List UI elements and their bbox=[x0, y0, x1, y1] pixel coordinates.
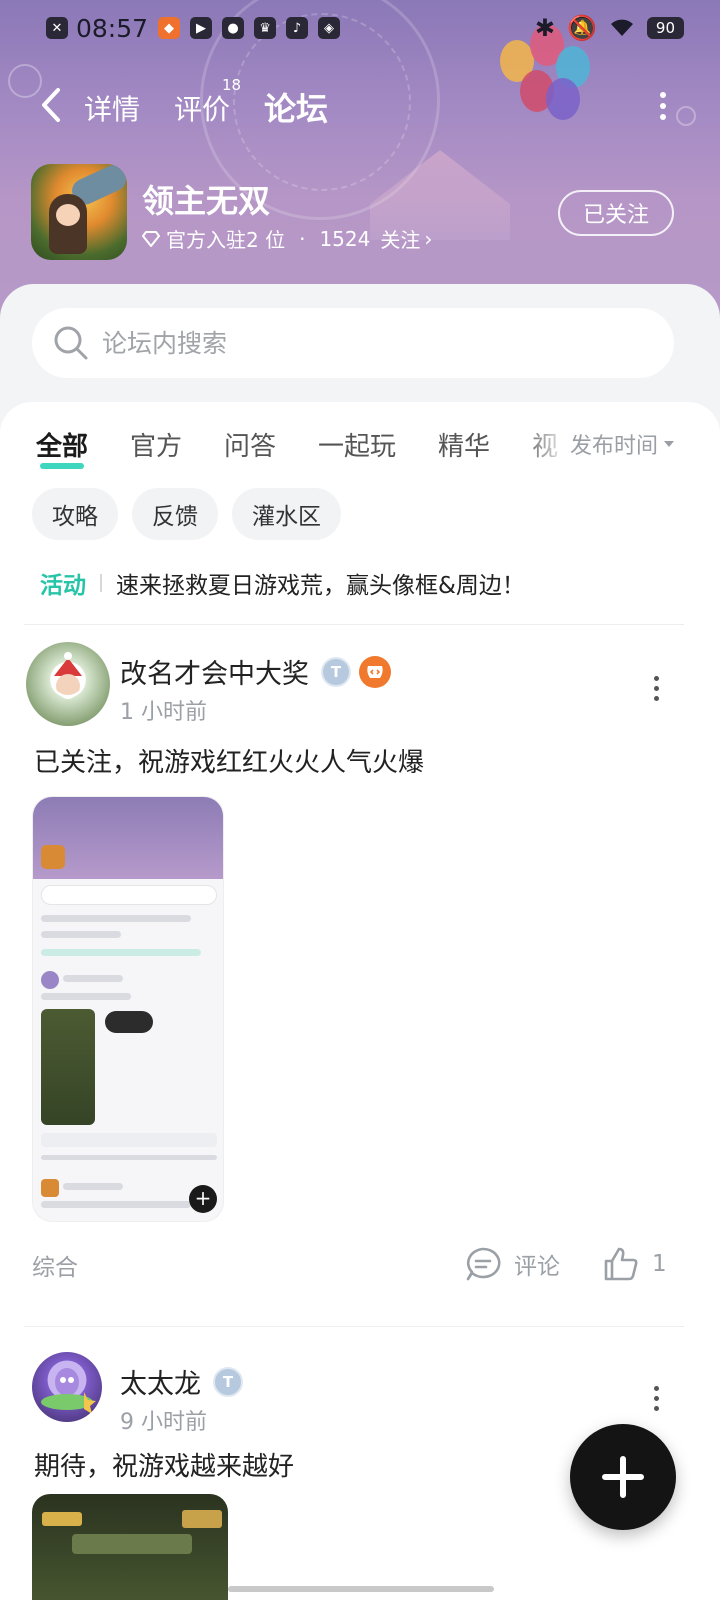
follower-label: 关注 bbox=[380, 228, 421, 252]
santa-avatar-icon bbox=[54, 652, 82, 699]
post-text: 已关注，祝游戏红红火火人气火爆 bbox=[34, 748, 425, 778]
author-name: 改名才会中大奖 bbox=[120, 659, 309, 690]
top-navigation: 详情 评价 18 论坛 bbox=[0, 70, 720, 140]
crown-app-icon: ♛ bbox=[254, 17, 277, 39]
alien-avatar-icon bbox=[41, 1368, 96, 1414]
sub-category-chips: 攻略 反馈 灌水区 bbox=[32, 488, 341, 540]
tabs-fade bbox=[520, 416, 570, 476]
review-count-badge: 18 bbox=[222, 76, 242, 94]
forum-post[interactable]: 改名才会中大奖 T 1 小时前 已关注，祝游戏红红火火人气火爆 + 综合 评论 … bbox=[0, 642, 720, 1302]
author-name: 太太龙 bbox=[120, 1369, 201, 1400]
category-tab-featured[interactable]: 精华 bbox=[438, 426, 490, 463]
shield-app-icon: ◈ bbox=[318, 17, 341, 39]
like-button[interactable]: 1 bbox=[602, 1246, 667, 1282]
post-screenshot-image[interactable]: + bbox=[32, 796, 224, 1222]
separator-dot: · bbox=[299, 226, 306, 251]
divider bbox=[24, 1326, 684, 1327]
avatar[interactable] bbox=[32, 1352, 102, 1422]
status-bar: ✕ 08:57 ◆ ▶ ● ♛ ♪ ◈ ✱ 🔕 90 bbox=[0, 0, 720, 56]
home-indicator[interactable] bbox=[228, 1586, 494, 1592]
forum-sheet: 全部 官方 问答 一起玩 精华 视 发布时间 攻略 反馈 灌水区 活动 速来拯救… bbox=[0, 284, 720, 1600]
status-time: 08:57 bbox=[76, 13, 149, 43]
chat-app-icon: ● bbox=[222, 17, 245, 39]
forum-content-card: 全部 官方 问答 一起玩 精华 视 发布时间 攻略 反馈 灌水区 活动 速来拯救… bbox=[0, 402, 720, 1600]
create-post-button[interactable] bbox=[566, 1420, 680, 1534]
diamond-icon bbox=[142, 230, 160, 247]
activity-text: 速来拯救夏日游戏荒，赢头像框&周边！ bbox=[116, 573, 525, 599]
close-notification-icon: ✕ bbox=[46, 17, 68, 39]
chip-guides[interactable]: 攻略 bbox=[32, 488, 118, 540]
post-category: 综合 bbox=[32, 1255, 78, 1281]
post-time: 1 小时前 bbox=[120, 700, 207, 725]
post-screenshot-image[interactable] bbox=[32, 1494, 228, 1600]
comment-label: 评论 bbox=[514, 1254, 560, 1280]
like-count: 1 bbox=[652, 1251, 667, 1277]
forum-search-bar[interactable] bbox=[32, 308, 674, 378]
level-badge-icon: T bbox=[213, 1366, 243, 1397]
category-tab-all[interactable]: 全部 bbox=[36, 426, 88, 469]
caret-down-icon bbox=[664, 441, 675, 447]
category-tab-qa[interactable]: 问答 bbox=[224, 426, 276, 463]
follow-button[interactable]: 已关注 bbox=[558, 190, 674, 236]
avatar[interactable] bbox=[26, 642, 110, 726]
tab-details[interactable]: 详情 bbox=[84, 88, 140, 128]
search-icon bbox=[54, 326, 88, 360]
post-author[interactable]: 太太龙 T bbox=[120, 1362, 243, 1401]
video-app-icon: ▶ bbox=[190, 17, 213, 39]
divider bbox=[24, 624, 684, 625]
more-options-icon[interactable] bbox=[660, 92, 668, 120]
tiktok-icon: ♪ bbox=[286, 17, 309, 39]
plus-icon: + bbox=[189, 1185, 217, 1213]
comment-icon bbox=[466, 1247, 501, 1281]
chevron-right-icon: › bbox=[424, 226, 433, 251]
sort-label: 发布时间 bbox=[570, 434, 659, 459]
comment-button[interactable]: 评论 bbox=[464, 1246, 560, 1282]
mute-icon: 🔕 bbox=[567, 14, 597, 42]
back-arrow-icon[interactable] bbox=[38, 86, 66, 124]
follower-count: 1524 bbox=[319, 226, 371, 251]
post-footer: 综合 评论 1 bbox=[32, 1246, 672, 1286]
tab-reviews[interactable]: 评价 bbox=[174, 88, 230, 128]
wifi-icon bbox=[610, 19, 633, 36]
category-tab-play-together[interactable]: 一起玩 bbox=[318, 426, 396, 463]
activity-tag: 活动 bbox=[40, 573, 86, 599]
battery-indicator: 90 bbox=[646, 17, 684, 39]
official-count: 官方入驻2 位 bbox=[166, 228, 286, 252]
search-input[interactable] bbox=[102, 322, 622, 364]
sort-dropdown[interactable]: 发布时间 bbox=[570, 428, 675, 460]
post-more-icon[interactable] bbox=[654, 1386, 660, 1416]
activity-banner[interactable]: 活动 速来拯救夏日游戏荒，赢头像框&周边！ bbox=[40, 566, 525, 600]
chip-chat-zone[interactable]: 灌水区 bbox=[232, 488, 341, 540]
chip-feedback[interactable]: 反馈 bbox=[132, 488, 218, 540]
thumbs-up-icon bbox=[604, 1247, 638, 1281]
level-badge-icon: T bbox=[321, 656, 351, 687]
post-author[interactable]: 改名才会中大奖 T bbox=[120, 652, 391, 691]
activity-divider bbox=[100, 574, 102, 592]
post-more-icon[interactable] bbox=[654, 676, 660, 706]
category-tabs: 全部 官方 问答 一起玩 精华 视 bbox=[36, 426, 576, 470]
developer-badge-icon bbox=[359, 655, 391, 688]
post-time: 9 小时前 bbox=[120, 1410, 207, 1435]
app-notification-icon: ◆ bbox=[158, 17, 181, 39]
tab-forum[interactable]: 论坛 bbox=[264, 84, 329, 130]
plus-icon bbox=[602, 1456, 644, 1498]
game-meta[interactable]: 官方入驻2 位 · 1524 关注 › bbox=[142, 224, 432, 253]
category-tab-official[interactable]: 官方 bbox=[130, 426, 182, 463]
game-icon[interactable] bbox=[31, 164, 127, 260]
bluetooth-icon: ✱ bbox=[534, 14, 556, 42]
post-text: 期待，祝游戏越来越好 bbox=[34, 1452, 295, 1482]
game-title: 领主无双 bbox=[142, 182, 271, 220]
